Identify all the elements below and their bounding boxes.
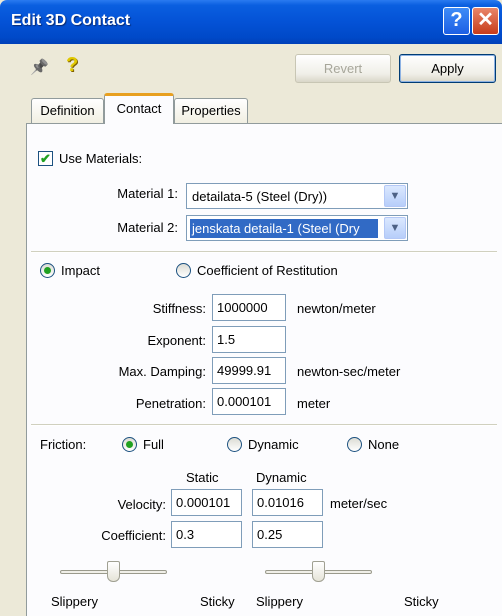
material2-label-text: Material 2: <box>117 220 178 235</box>
exponent-label: Exponent: <box>147 333 206 348</box>
material2-select[interactable]: jenskata detaila-1 (Steel (Dry ▼ <box>186 215 408 241</box>
coefficient-label: Coefficient: <box>101 528 166 543</box>
penetration-input[interactable]: 0.000101 <box>212 388 286 415</box>
friction-full-radio[interactable] <box>122 437 137 452</box>
pin-icon[interactable]: 📌 <box>30 58 49 76</box>
chevron-down-icon[interactable]: ▼ <box>384 185 406 207</box>
exponent-input[interactable]: 1.5 <box>212 326 286 353</box>
dynamic-slider-thumb[interactable] <box>311 561 325 582</box>
divider <box>31 251 497 253</box>
dynamic-velocity-input[interactable]: 0.01016 <box>252 489 323 516</box>
friction-dynamic-label: Dynamic <box>248 437 299 452</box>
impact-radio[interactable] <box>40 263 55 278</box>
penetration-unit: meter <box>297 396 331 411</box>
damping-unit: newton-sec/meter <box>297 364 401 379</box>
friction-full-label: Full <box>143 437 164 452</box>
damping-label: Max. Damping: <box>118 364 206 379</box>
static-slider-thumb[interactable] <box>106 561 120 582</box>
impact-label: Impact <box>61 263 101 278</box>
help-button[interactable]: ? <box>443 7 470 35</box>
restitution-radio[interactable] <box>176 263 191 278</box>
title-bar: Edit 3D Contact ? ✕ <box>0 0 502 44</box>
material2-value: jenskata detaila-1 (Steel (Dry <box>190 219 378 238</box>
penetration-label: Penetration: <box>135 396 206 411</box>
dynamic-coefficient-input[interactable]: 0.25 <box>252 521 323 548</box>
stiffness-label: Stiffness: <box>152 301 206 316</box>
dynamic-slippery-label: Slippery <box>256 594 303 609</box>
chevron-down-icon[interactable]: ▼ <box>384 217 406 239</box>
static-coefficient-input[interactable]: 0.3 <box>171 521 242 548</box>
friction-none-label: None <box>368 437 400 452</box>
use-materials-checkbox[interactable]: ✔ <box>38 151 53 166</box>
friction-label: Friction: <box>40 437 87 452</box>
dynamic-header: Dynamic <box>256 470 307 485</box>
use-materials-label: Use Materials: <box>59 151 143 166</box>
static-header: Static <box>186 470 219 485</box>
material1-select[interactable]: detailata-5 (Steel (Dry)) ▼ <box>186 183 408 209</box>
material1-value: detailata-5 (Steel (Dry)) <box>192 189 328 204</box>
stiffness-input[interactable]: 1000000 <box>212 294 286 321</box>
context-help-icon[interactable]: ? <box>66 54 78 77</box>
revert-button[interactable]: Revert <box>295 54 391 83</box>
window-title: Edit 3D Contact <box>11 12 131 29</box>
static-sticky-label: Sticky <box>200 594 235 609</box>
restitution-label: Coefficient of Restitution <box>197 263 338 278</box>
material1-label: Material 1: <box>117 186 178 201</box>
close-icon: ✕ <box>477 9 494 31</box>
tab-properties[interactable]: Properties <box>174 98 248 123</box>
apply-button[interactable]: Apply <box>399 54 496 83</box>
tab-definition[interactable]: Definition <box>31 98 104 123</box>
friction-dynamic-radio[interactable] <box>227 437 242 452</box>
velocity-unit: meter/sec <box>330 496 388 511</box>
static-velocity-input[interactable]: 0.000101 <box>171 489 242 516</box>
static-slippery-label: Slippery <box>51 594 98 609</box>
close-button[interactable]: ✕ <box>472 7 499 35</box>
stiffness-unit: newton/meter <box>297 301 376 316</box>
help-icon: ? <box>450 9 463 31</box>
damping-input[interactable]: 49999.91 <box>212 357 286 384</box>
tab-contact[interactable]: Contact <box>104 93 174 124</box>
velocity-label: Velocity: <box>117 497 166 512</box>
friction-none-radio[interactable] <box>347 437 362 452</box>
divider <box>31 424 497 426</box>
dynamic-sticky-label: Sticky <box>404 594 439 609</box>
